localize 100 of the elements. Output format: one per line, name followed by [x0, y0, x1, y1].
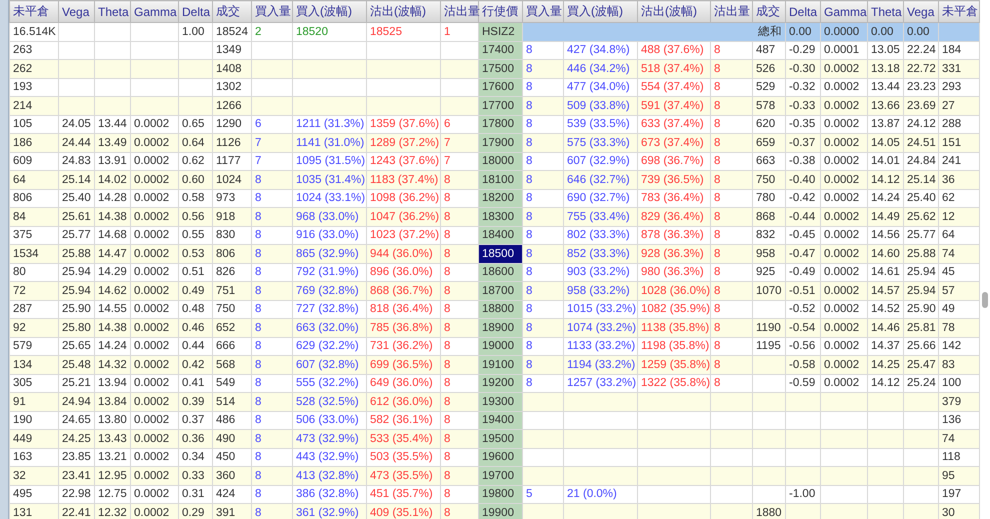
- table-cell: 7: [440, 134, 478, 152]
- table-cell: 12.32: [94, 504, 130, 519]
- column-header[interactable]: Vega: [58, 0, 94, 22]
- table-cell: 473 (32.9%): [292, 430, 366, 448]
- table-cell: 1190: [752, 318, 786, 337]
- strike-cell[interactable]: 18200: [478, 189, 522, 208]
- table-cell: 8: [252, 504, 292, 519]
- table-cell: 8: [522, 356, 564, 374]
- strike-cell[interactable]: 19600: [478, 448, 522, 466]
- table-cell: 0.0002: [130, 318, 178, 337]
- table-cell: 0.49: [178, 282, 212, 300]
- table-cell: 13.49: [94, 134, 130, 152]
- table-cell: 0.39: [178, 392, 212, 411]
- column-header[interactable]: 成交: [752, 0, 786, 22]
- table-cell: 769 (32.8%): [292, 282, 366, 300]
- column-header[interactable]: 買入(波幅): [564, 0, 638, 22]
- table-cell: 8: [440, 356, 478, 374]
- table-cell: 0.0002: [820, 282, 868, 300]
- table-cell: -0.47: [786, 244, 820, 263]
- column-header[interactable]: Delta: [786, 0, 820, 22]
- column-header[interactable]: 買入量: [252, 0, 292, 22]
- column-header[interactable]: 未平倉: [10, 0, 58, 22]
- strike-cell[interactable]: 19900: [478, 504, 522, 519]
- table-cell: 8: [710, 356, 752, 374]
- table-cell: 8: [710, 60, 752, 78]
- table-cell: 1035 (31.4%): [292, 170, 366, 189]
- table-cell: 514: [212, 392, 252, 411]
- table-cell: 18524: [212, 22, 252, 41]
- table-cell: 83: [938, 356, 980, 374]
- strike-cell[interactable]: 18400: [478, 226, 522, 244]
- strike-cell[interactable]: 18900: [478, 318, 522, 337]
- table-cell: 751: [212, 282, 252, 300]
- table-cell: 84: [10, 208, 58, 226]
- table-cell: 22.41: [58, 504, 94, 519]
- strike-cell[interactable]: 18100: [478, 170, 522, 189]
- strike-cell[interactable]: 18300: [478, 208, 522, 226]
- table-cell: 0.0002: [130, 208, 178, 226]
- table-cell: 14.05: [868, 134, 904, 152]
- strike-cell[interactable]: 17700: [478, 96, 522, 115]
- table-cell: 7: [252, 134, 292, 152]
- strike-cell[interactable]: 19000: [478, 337, 522, 356]
- table-cell: 12.95: [94, 466, 130, 485]
- strike-cell[interactable]: 19100: [478, 356, 522, 374]
- table-cell: 25.14: [904, 170, 938, 189]
- column-header[interactable]: Vega: [904, 0, 938, 22]
- table-cell: 262: [10, 60, 58, 78]
- table-cell: -0.44: [786, 208, 820, 226]
- strike-cell[interactable]: 18800: [478, 300, 522, 318]
- column-header[interactable]: 未平倉: [938, 0, 980, 22]
- table-cell: 533 (35.4%): [366, 430, 440, 448]
- table-cell: 8: [522, 134, 564, 152]
- column-header[interactable]: Delta: [178, 0, 212, 22]
- strike-cell[interactable]: 17900: [478, 134, 522, 152]
- strike-cell[interactable]: 19300: [478, 392, 522, 411]
- column-header[interactable]: Gamma: [130, 0, 178, 22]
- column-header[interactable]: 行使價: [478, 0, 522, 22]
- strike-cell[interactable]: 18600: [478, 263, 522, 282]
- table-cell: 78: [938, 318, 980, 337]
- strike-cell[interactable]: 17400: [478, 41, 522, 60]
- strike-cell[interactable]: 18700: [478, 282, 522, 300]
- column-header[interactable]: Theta: [94, 0, 130, 22]
- strike-cell[interactable]: 19200: [478, 374, 522, 392]
- strike-cell[interactable]: 19500: [478, 430, 522, 448]
- table-cell: 24.94: [58, 392, 94, 411]
- column-header[interactable]: Theta: [868, 0, 904, 22]
- strike-cell[interactable]: 17800: [478, 115, 522, 134]
- strike-cell[interactable]: 17500: [478, 60, 522, 78]
- table-cell: 14.46: [868, 318, 904, 337]
- scrollbar-thumb[interactable]: [982, 292, 988, 308]
- strike-cell[interactable]: 17600: [478, 78, 522, 96]
- column-header[interactable]: 沽出(波幅): [366, 0, 440, 22]
- table-cell: 0.0002: [820, 318, 868, 337]
- table-cell: 526: [752, 60, 786, 78]
- table-cell: 14.12: [868, 170, 904, 189]
- table-cell: 25.80: [58, 318, 94, 337]
- table-cell: 25.88: [904, 244, 938, 263]
- total-label: 總和: [522, 22, 786, 41]
- table-cell: 8: [522, 318, 564, 337]
- strike-cell[interactable]: 18000: [478, 152, 522, 170]
- table-cell: 1074 (33.2%): [564, 318, 638, 337]
- column-header[interactable]: 沽出量: [440, 0, 478, 22]
- column-header[interactable]: 沽出(波幅): [638, 0, 710, 22]
- strike-cell[interactable]: 19800: [478, 485, 522, 504]
- column-header[interactable]: 成交: [212, 0, 252, 22]
- column-header[interactable]: 買入量: [522, 0, 564, 22]
- table-cell: 25.94: [904, 282, 938, 300]
- table-cell: 8: [522, 60, 564, 78]
- table-cell: -0.40: [786, 170, 820, 189]
- column-header[interactable]: Gamma: [820, 0, 868, 22]
- table-cell: 74: [938, 244, 980, 263]
- column-header[interactable]: 沽出量: [710, 0, 752, 22]
- strike-cell[interactable]: 18500: [478, 244, 522, 263]
- table-cell: 8: [440, 504, 478, 519]
- strike-cell[interactable]: 19400: [478, 411, 522, 430]
- strike-cell[interactable]: 19700: [478, 466, 522, 485]
- table-cell: 1141 (31.0%): [292, 134, 366, 152]
- table-cell: 1126: [212, 134, 252, 152]
- table-cell: 32: [10, 466, 58, 485]
- table-cell: 446 (34.2%): [564, 60, 638, 78]
- column-header[interactable]: 買入(波幅): [292, 0, 366, 22]
